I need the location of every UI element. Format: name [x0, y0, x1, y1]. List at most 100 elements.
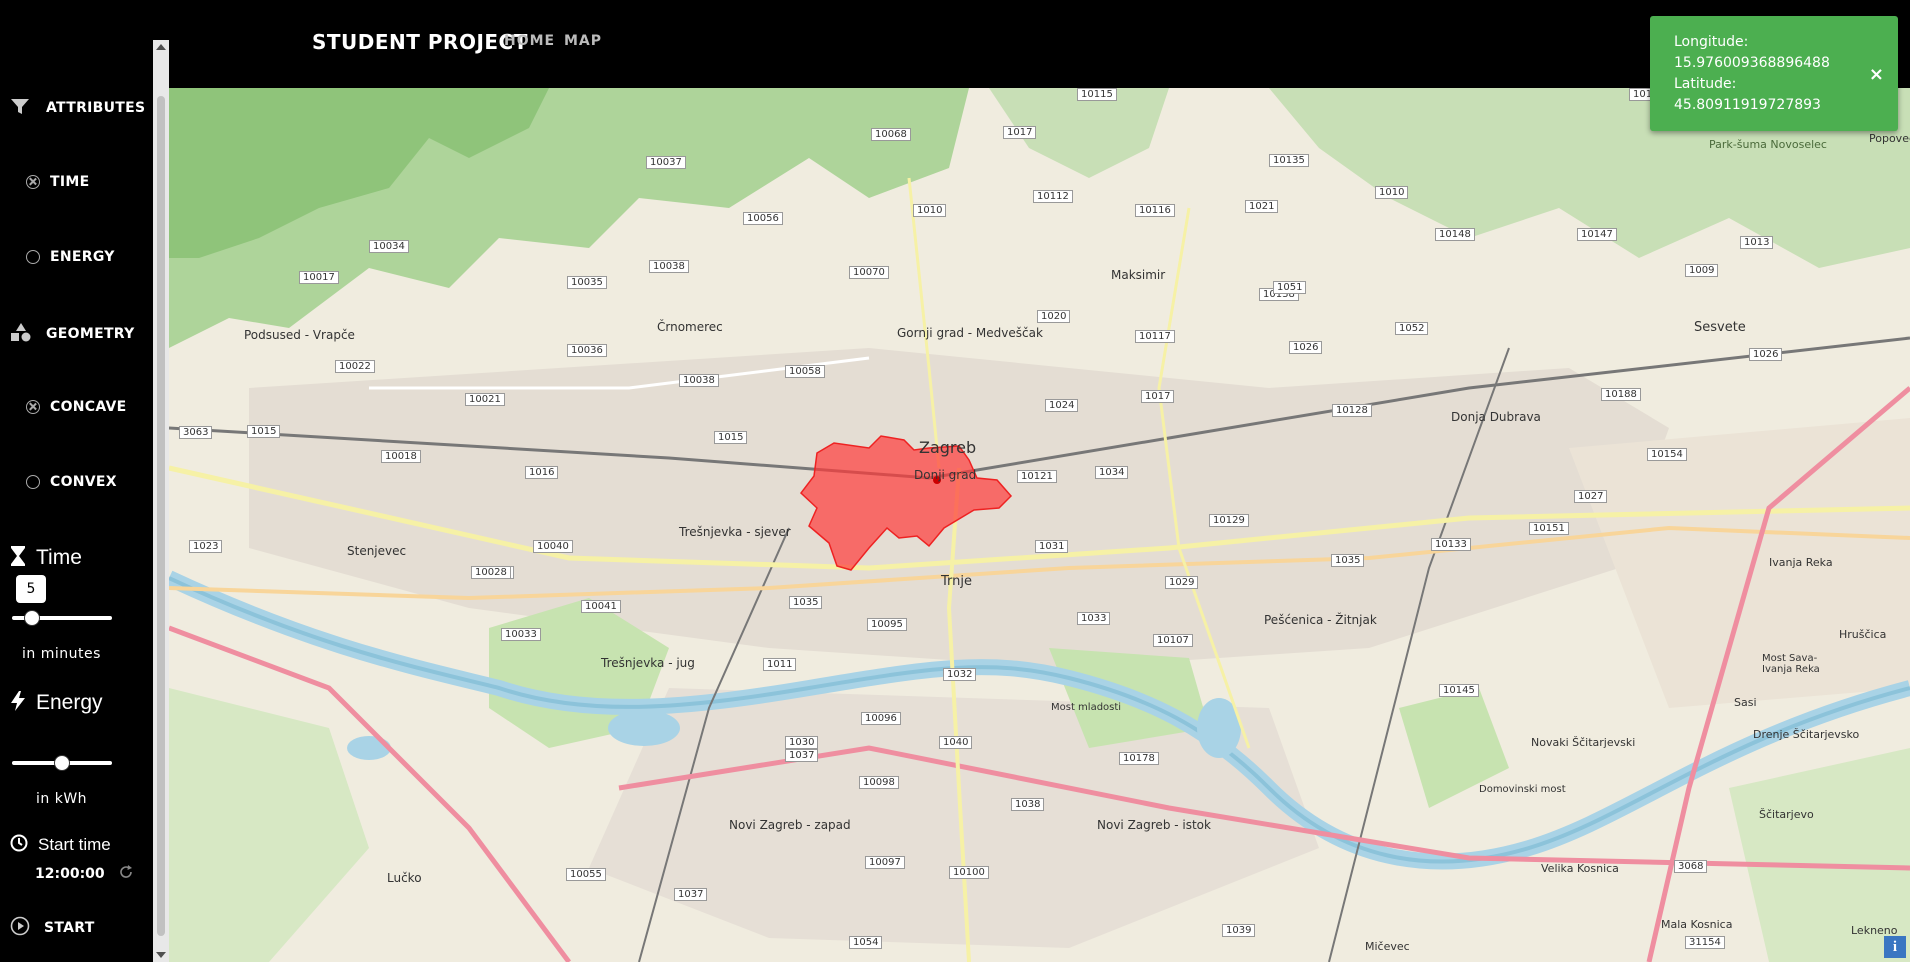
longitude-value: 15.976009368896488: [1674, 55, 1830, 71]
time-option[interactable]: TIME: [10, 174, 89, 190]
place-label: Zagreb: [919, 438, 977, 457]
place-label: Lučko: [387, 871, 422, 885]
place-label: Velika Kosnica: [1541, 862, 1619, 875]
road-number: 10098: [859, 776, 899, 789]
concave-option[interactable]: CONCAVE: [10, 399, 127, 415]
convex-option[interactable]: CONVEX: [10, 474, 117, 490]
energy-radio-icon[interactable]: [26, 250, 40, 264]
road-number: 10154: [1647, 448, 1687, 461]
road-number: 1030: [785, 736, 819, 749]
sidebar: ATTRIBUTES TIME ENERGY GEOMETRY CONCAVE …: [0, 0, 153, 962]
road-number: 31154: [1685, 936, 1725, 949]
time-radio-icon[interactable]: [26, 175, 40, 189]
map-view[interactable]: Zagreb Donji grad Trnje Trešnjevka - sje…: [169, 88, 1910, 962]
energy-slider-thumb[interactable]: [54, 755, 70, 771]
road-number: 10115: [1077, 88, 1117, 101]
road-number: 1035: [789, 596, 823, 609]
road-number: 10036: [567, 344, 607, 357]
time-value-box[interactable]: 5: [16, 575, 46, 603]
clock-icon: [10, 834, 28, 856]
road-number: 1029: [1165, 576, 1199, 589]
place-label: Podsused - Vrapče: [244, 328, 355, 342]
scroll-thumb[interactable]: [157, 96, 165, 936]
scroll-down-arrow[interactable]: [156, 952, 166, 958]
lightning-icon: [10, 690, 26, 716]
road-number: 10040: [533, 540, 573, 553]
nav-map[interactable]: MAP: [564, 33, 602, 49]
place-label: Sesvete: [1694, 320, 1746, 335]
start-time-header: Start time: [10, 834, 111, 856]
hourglass-icon: [10, 545, 26, 571]
map-info-button[interactable]: i: [1884, 936, 1906, 958]
road-number: 1011: [763, 658, 797, 671]
road-number: 1033: [1077, 612, 1111, 625]
map-tiles: [169, 88, 1910, 962]
geometry-header[interactable]: GEOMETRY: [10, 322, 135, 346]
road-number: 1037: [674, 888, 708, 901]
nav-home[interactable]: HOME: [504, 33, 555, 49]
road-number: 10068: [871, 128, 911, 141]
place-label: Trešnjevka - sjever: [679, 525, 791, 539]
concave-radio-icon[interactable]: [26, 400, 40, 414]
road-number: 10095: [867, 618, 907, 631]
energy-slider[interactable]: [12, 755, 112, 771]
start-time-value[interactable]: 12:00:00: [35, 866, 105, 882]
road-number: 10038: [649, 260, 689, 273]
brand-title[interactable]: STUDENT PROJECT: [312, 30, 528, 54]
filter-icon: [10, 96, 30, 120]
road-number: 1051: [1273, 281, 1307, 294]
road-number: 1013: [1740, 236, 1774, 249]
road-number: 1026: [1749, 348, 1783, 361]
convex-radio-icon[interactable]: [26, 475, 40, 489]
longitude-label: Longitude:: [1674, 34, 1749, 50]
road-number: 10056: [743, 212, 783, 225]
place-label: Novaki Ščitarjevski: [1531, 736, 1636, 749]
road-number: 1054: [849, 936, 883, 949]
scroll-up-arrow[interactable]: [156, 44, 166, 50]
road-number: 3063: [179, 426, 213, 439]
road-number: 10097: [865, 856, 905, 869]
place-label: Pešćenica - Žitnjak: [1264, 613, 1377, 627]
road-number: 1039: [1222, 924, 1256, 937]
place-label: Popovec: [1869, 132, 1910, 145]
road-number: 10116: [1135, 204, 1175, 217]
place-label: Črnomerec: [657, 320, 723, 334]
attributes-header[interactable]: ATTRIBUTES: [10, 96, 145, 120]
time-slider-thumb[interactable]: [24, 610, 40, 626]
road-number: 1027: [1574, 490, 1608, 503]
road-number: 10041: [581, 600, 621, 613]
road-number: 10037: [646, 156, 686, 169]
road-number: 1010: [1375, 186, 1409, 199]
sidebar-scrollbar[interactable]: [153, 40, 169, 962]
top-navbar: STUDENT PROJECT HOME MAP: [169, 0, 1910, 88]
refresh-icon[interactable]: [119, 864, 133, 883]
close-icon[interactable]: ×: [1869, 64, 1884, 85]
latitude-value: 45.80911919727893: [1674, 97, 1821, 113]
time-slider[interactable]: [12, 610, 112, 626]
road-number: 10058: [785, 365, 825, 378]
road-number: 1015: [714, 431, 748, 444]
coordinates-toast: Longitude: 15.976009368896488 Latitude: …: [1650, 16, 1898, 131]
place-label: Novi Zagreb - istok: [1097, 818, 1211, 832]
road-number: 1017: [1141, 390, 1175, 403]
road-number: 10033: [501, 628, 541, 641]
start-time-row: 12:00:00: [35, 864, 133, 883]
place-label: Donja Dubrava: [1451, 410, 1541, 424]
energy-option-label: ENERGY: [50, 249, 115, 265]
road-number: 10151: [1529, 522, 1569, 535]
place-label: Most Sava-Ivanja Reka: [1762, 653, 1820, 675]
road-number: 1038: [1011, 798, 1045, 811]
road-number: 10178: [1119, 752, 1159, 765]
road-number: 1023: [189, 540, 223, 553]
place-label: Donji grad: [914, 468, 977, 482]
road-number: 10096: [861, 712, 901, 725]
place-label: Novi Zagreb - zapad: [729, 818, 851, 832]
road-number: 10112: [1033, 190, 1073, 203]
road-number: 1016: [525, 466, 559, 479]
road-number: 1031: [1035, 540, 1069, 553]
energy-option[interactable]: ENERGY: [10, 249, 115, 265]
road-number: 1017: [1003, 126, 1037, 139]
place-label: Gornji grad - Medveščak: [897, 326, 1043, 340]
place-label: Mala Kosnica: [1661, 918, 1733, 931]
start-button[interactable]: START: [10, 916, 95, 940]
